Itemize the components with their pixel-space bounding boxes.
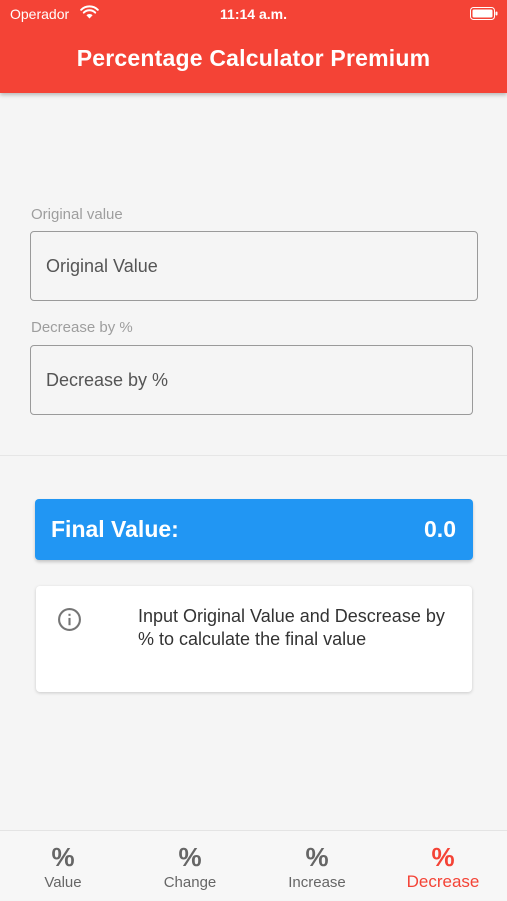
app-bar: Operador 11:14 a.m. Percentage Calculato… — [0, 0, 507, 93]
section-divider — [0, 455, 507, 456]
final-value-card: Final Value: 0.0 — [35, 499, 473, 560]
percent-icon: % — [431, 842, 455, 872]
info-icon — [58, 608, 81, 631]
nav-tab-decrease[interactable]: % Decrease — [380, 831, 506, 901]
info-card: Input Original Value and Descrease by % … — [36, 586, 472, 692]
percent-icon: % — [51, 842, 75, 872]
decrease-percent-label: Decrease by % — [31, 319, 133, 336]
info-text: Input Original Value and Descrease by % … — [138, 606, 445, 649]
nav-tab-label: Decrease — [406, 872, 480, 891]
final-value-result: 0.0 — [424, 516, 456, 542]
percent-icon: % — [305, 842, 329, 872]
percent-icon: % — [178, 842, 202, 872]
original-value-input[interactable]: Original Value — [30, 231, 478, 301]
nav-tab-increase[interactable]: % Increase — [254, 831, 380, 901]
status-time: 11:14 a.m. — [220, 6, 287, 22]
decrease-percent-input[interactable]: Decrease by % — [30, 345, 473, 415]
nav-tab-label: Value — [44, 874, 82, 891]
page-title: Percentage Calculator Premium — [76, 45, 431, 71]
nav-tab-change[interactable]: % Change — [127, 831, 253, 901]
bottom-navigation: % Value % Change % Increase % Decrease — [0, 830, 507, 900]
nav-tab-label: Increase — [288, 874, 346, 891]
nav-tab-label: Change — [163, 874, 217, 891]
final-value-label: Final Value: — [51, 516, 179, 542]
battery-icon — [470, 7, 498, 20]
nav-tab-value[interactable]: % Value — [0, 831, 126, 901]
original-value-label: Original value — [31, 206, 123, 223]
